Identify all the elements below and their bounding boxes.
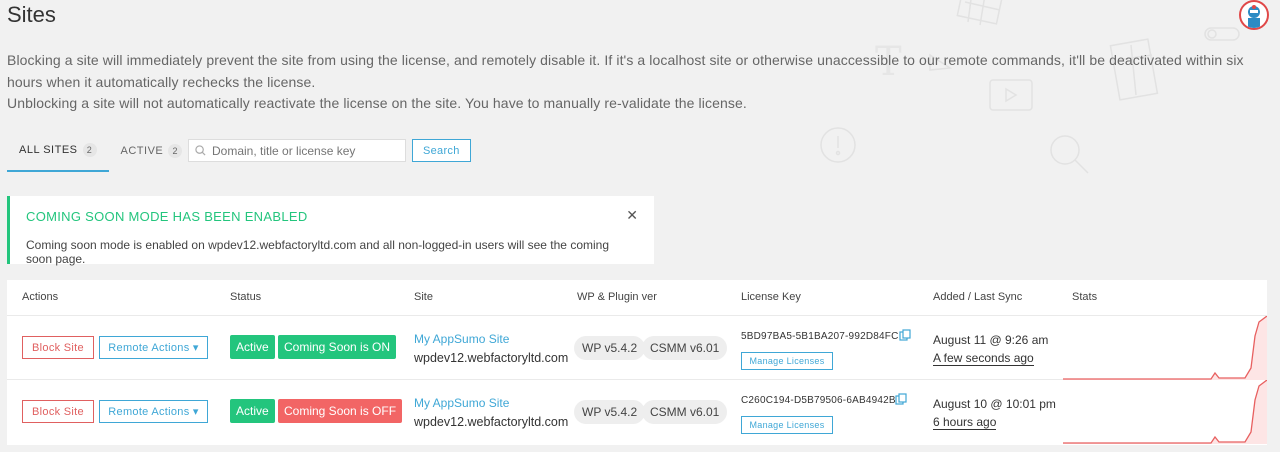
remote-actions-label: Remote Actions [108, 342, 190, 354]
tab-label: ALL SITES [19, 144, 78, 156]
header-versions: WP & Plugin ver [577, 291, 657, 303]
manage-licenses-button[interactable]: Manage Licenses [741, 416, 833, 434]
status-badge: Active [230, 399, 275, 423]
site-name-link[interactable]: My AppSumo Site [414, 332, 509, 346]
chevron-down-icon: ▾ [192, 342, 199, 354]
copy-icon[interactable] [895, 393, 907, 405]
header-status: Status [230, 291, 262, 303]
site-name-link[interactable]: My AppSumo Site [414, 396, 509, 410]
remote-actions-label: Remote Actions [108, 406, 190, 418]
last-sync-link[interactable]: 6 hours ago [933, 415, 997, 430]
notice-title: COMING SOON MODE HAS BEEN ENABLED [26, 209, 308, 224]
success-notice: COMING SOON MODE HAS BEEN ENABLED Coming… [7, 196, 654, 266]
plugin-version-pill: CSMM v6.01 [642, 336, 728, 360]
search-icon [195, 145, 206, 156]
header-actions: Actions [22, 291, 59, 303]
last-sync-link[interactable]: A few seconds ago [933, 351, 1034, 366]
table-row: Block Site Remote Actions ▾ Active Comin… [7, 380, 1267, 444]
block-site-button[interactable]: Block Site [22, 400, 94, 423]
header-license-key: License Key [741, 291, 801, 303]
avatar-icon[interactable] [1239, 0, 1269, 30]
coming-soon-badge: Coming Soon is ON [278, 335, 397, 359]
copy-icon[interactable] [899, 329, 911, 341]
table-header: Actions Status Site WP & Plugin ver Lice… [7, 280, 1267, 316]
plugin-version-pill: CSMM v6.01 [642, 400, 728, 424]
tab-label: ACTIVE [120, 145, 164, 157]
search-input[interactable] [212, 143, 402, 158]
page-description: Blocking a site will immediately prevent… [7, 50, 1267, 115]
description-line-2: Unblocking a site will not automatically… [7, 95, 747, 111]
notice-text: Coming soon mode is enabled on wpdev12.w… [26, 238, 609, 266]
search-field[interactable] [188, 139, 406, 162]
tab-count-badge: 2 [82, 143, 97, 157]
tab-count-badge: 2 [168, 144, 183, 158]
site-url: wpdev12.webfactoryltd.com [414, 415, 569, 429]
tab-active[interactable]: ACTIVE 2 [109, 130, 195, 172]
header-stats: Stats [1072, 291, 1098, 303]
wp-version-pill: WP v5.4.2 [574, 400, 646, 424]
stats-sparkline [1063, 316, 1267, 380]
added-date: August 11 @ 9:26 am [933, 333, 1049, 347]
wp-version-pill: WP v5.4.2 [574, 336, 646, 360]
table-row: Block Site Remote Actions ▾ Active Comin… [7, 316, 1267, 380]
search-button[interactable]: Search [412, 139, 471, 162]
remote-actions-button[interactable]: Remote Actions ▾ [99, 400, 208, 423]
license-key: 5BD97BA5-5B1BA207-992D84FC [741, 331, 899, 342]
page-title: Sites [7, 2, 56, 27]
block-site-button[interactable]: Block Site [22, 336, 94, 359]
search-bar: Search [188, 139, 471, 162]
site-url: wpdev12.webfactoryltd.com [414, 351, 569, 365]
status-badge: Active [230, 335, 275, 359]
stats-sparkline [1063, 380, 1267, 444]
remote-actions-button[interactable]: Remote Actions ▾ [99, 336, 208, 359]
tab-all-sites[interactable]: ALL SITES 2 [7, 130, 109, 172]
license-key: C260C194-D5B79506-6AB4942B [741, 395, 896, 406]
manage-licenses-button[interactable]: Manage Licenses [741, 352, 833, 370]
coming-soon-badge: Coming Soon is OFF [278, 399, 403, 423]
header-added-sync: Added / Last Sync [933, 291, 1023, 303]
chevron-down-icon: ▾ [192, 406, 199, 418]
added-date: August 10 @ 10:01 pm [933, 397, 1056, 411]
header-site: Site [414, 291, 433, 303]
close-icon[interactable]: ✕ [626, 207, 638, 224]
filter-tabs: ALL SITES 2 ACTIVE 2 [7, 130, 194, 172]
description-line-1: Blocking a site will immediately prevent… [7, 52, 1244, 90]
sites-table: Actions Status Site WP & Plugin ver Lice… [7, 280, 1267, 445]
